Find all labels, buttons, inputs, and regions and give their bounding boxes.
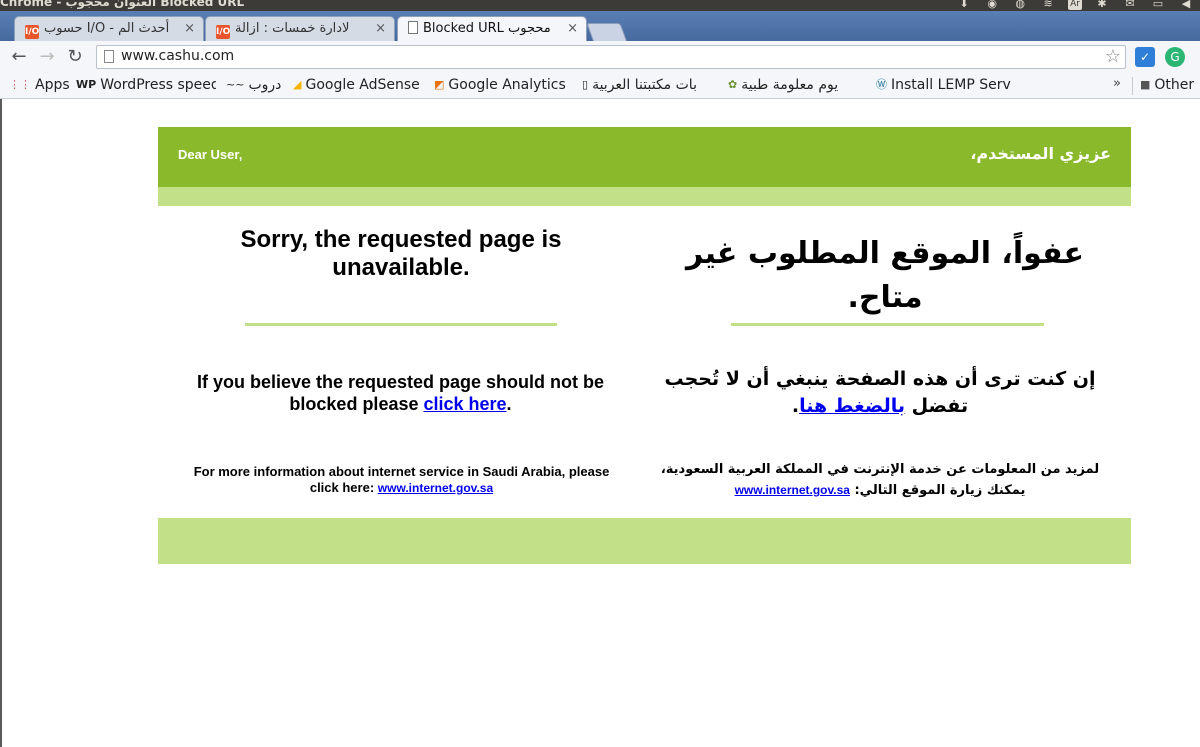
tab-label: حسوب I/O - أحدث الم — [44, 21, 170, 36]
click-here-link-arabic[interactable]: بالضغط هنا — [799, 395, 905, 417]
mail-icon[interactable]: ✉ — [1122, 0, 1138, 10]
more-info-english: For more information about internet serv… — [193, 464, 610, 495]
tab-close-icon[interactable]: × — [375, 17, 386, 41]
internet-gov-sa-link[interactable]: www.internet.gov.sa — [378, 481, 493, 495]
footer-band — [158, 518, 1131, 564]
divider-right — [731, 323, 1044, 326]
tab-close-icon[interactable]: × — [184, 17, 195, 41]
tab-khamsat[interactable]: I/O لادارة خمسات : ازالة × — [205, 16, 395, 41]
document-favicon-icon — [408, 21, 418, 34]
window-edge — [0, 99, 2, 747]
new-tab-button[interactable] — [586, 23, 628, 43]
bookmark-medical-info[interactable]: ✿ يوم معلومة طبية — [728, 76, 866, 94]
wifi-icon[interactable]: ≋ — [1040, 0, 1056, 10]
bluetooth-icon[interactable]: ✱ — [1094, 0, 1110, 10]
tab-label: Blocked URL محجوب — [423, 21, 551, 36]
extension-grammarly-icon[interactable]: G — [1165, 47, 1185, 67]
extension-check-icon[interactable]: ✓ — [1135, 47, 1155, 67]
bookmark-arabic-library[interactable]: ▯ بات مكتبتنا العربية — [582, 76, 717, 94]
window-title: Chrome - العنوان محجوب Blocked URL — [0, 0, 245, 9]
reload-icon[interactable]: ↻ — [64, 46, 86, 68]
bookmark-apps[interactable]: ⋮⋮ Apps — [9, 76, 70, 94]
greeting-arabic: عزيزي المستخدم، — [970, 144, 1111, 163]
address-bar[interactable]: www.cashu.com ☆ — [96, 45, 1126, 69]
bookmark-google-analytics[interactable]: ◩ Google Analytics — [434, 76, 566, 94]
tab-strip: I/O حسوب I/O - أحدث الم × I/O لادارة خمسات… — [0, 11, 1200, 43]
bookmark-install-lemp[interactable]: Ⓦ Install LEMP Serv — [876, 76, 1012, 94]
back-icon[interactable]: ← — [8, 46, 30, 68]
chrome-icon[interactable]: ◉ — [984, 0, 1000, 10]
bookmarks-bar: ⋮⋮ Apps WP WordPress speed ~~ دروب ◢ Google … — [0, 73, 1200, 99]
analytics-icon: ◩ — [434, 78, 445, 91]
os-top-bar: Chrome - العنوان محجوب Blocked URL ⬇ ◉ ◍… — [0, 0, 1200, 11]
wordpress-icon: Ⓦ — [876, 78, 887, 91]
battery-icon[interactable]: ▭ — [1150, 0, 1166, 10]
unblock-request-english: If you believe the requested page should… — [196, 372, 605, 414]
divider-left — [245, 323, 557, 326]
io-favicon-icon: I/O — [25, 25, 40, 39]
keyboard-layout-indicator[interactable]: Ar — [1068, 0, 1082, 10]
volume-icon[interactable]: ◀ — [1178, 0, 1194, 10]
tab-label: لادارة خمسات : ازالة — [235, 21, 350, 36]
url-text[interactable]: www.cashu.com — [121, 48, 234, 64]
bookmark-wordpress-speed[interactable]: WP WordPress speed — [76, 76, 216, 94]
internet-gov-sa-link-arabic[interactable]: www.internet.gov.sa — [735, 483, 850, 497]
bookmark-droob[interactable]: ~~ دروب — [226, 76, 281, 94]
bookmarks-more-chevron-icon[interactable]: » — [1113, 76, 1121, 91]
page-icon: ▯ — [582, 78, 589, 91]
heading-arabic: عفواً، الموقع المطلوب غير متاح. — [686, 236, 1084, 315]
leaf-icon: ✿ — [728, 78, 738, 91]
tab-blocked-url[interactable]: Blocked URL محجوب × — [397, 16, 587, 42]
os-indicators: ⬇ ◉ ◍ ≋ Ar ✱ ✉ ▭ ◀ — [956, 0, 1194, 10]
more-info-arabic: لمزيد من المعلومات عن خدمة الإنترنت في ا… — [660, 462, 1100, 498]
apps-grid-icon: ⋮⋮ — [9, 78, 31, 91]
forward-icon[interactable]: → — [36, 46, 58, 68]
browser-toolbar: ← → ↻ www.cashu.com ☆ — [0, 41, 1200, 74]
droob-icon: ~~ — [226, 78, 245, 91]
heading-english: Sorry, the requested page is unavailable… — [240, 226, 562, 281]
updates-icon[interactable]: ◍ — [1012, 0, 1028, 10]
bookmark-other-folder[interactable]: ■ Other — [1140, 76, 1194, 94]
header-sub-band — [158, 187, 1131, 206]
wp-icon: WP — [76, 78, 97, 91]
bookmarks-separator — [1132, 77, 1133, 95]
greeting-english: Dear User, — [178, 147, 243, 162]
click-here-link[interactable]: click here — [423, 394, 506, 414]
adsense-icon: ◢ — [293, 78, 302, 91]
download-icon[interactable]: ⬇ — [956, 0, 972, 10]
io-favicon-icon: I/O — [216, 25, 231, 39]
tab-hsoub[interactable]: I/O حسوب I/O - أحدث الم × — [14, 16, 204, 41]
tab-close-icon[interactable]: × — [567, 17, 578, 41]
bookmark-star-icon[interactable]: ☆ — [1105, 46, 1121, 68]
unblock-request-arabic: إن كنت ترى أن هذه الصفحة ينبغي أن لا تُح… — [664, 368, 1096, 417]
bookmark-google-adsense[interactable]: ◢ Google AdSense — [293, 76, 420, 94]
page-info-icon[interactable] — [104, 50, 114, 63]
folder-icon: ■ — [1140, 78, 1151, 91]
